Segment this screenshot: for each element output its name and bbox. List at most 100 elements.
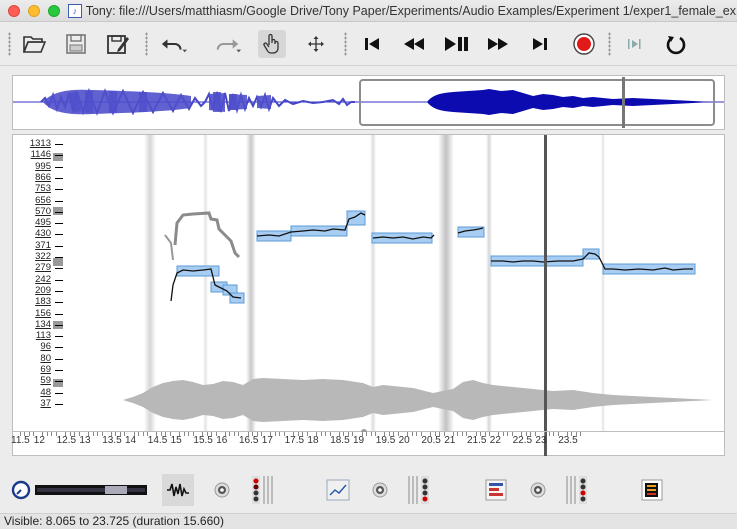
time-ruler-tick [507, 432, 509, 436]
time-ruler-tick [183, 432, 185, 436]
time-ruler-label: 19 [353, 435, 365, 446]
pitch-scale-tick [55, 279, 63, 281]
rewind-button[interactable] [400, 30, 428, 58]
playhead-cursor[interactable] [544, 135, 547, 431]
time-ruler-tick [480, 432, 482, 436]
save-as-icon [107, 35, 129, 54]
time-ruler-tick [65, 432, 67, 436]
toolbar-grip[interactable] [8, 32, 11, 56]
level-meter-icon [408, 476, 429, 504]
time-ruler-tick [525, 432, 527, 436]
time-ruler-tick [575, 432, 577, 436]
spectrogram-layer-icon [641, 479, 663, 501]
waveform-level-meter[interactable] [246, 474, 278, 506]
open-button[interactable] [20, 30, 48, 58]
move-tool-button[interactable] [302, 30, 330, 58]
play-selection-icon [628, 39, 641, 49]
time-ruler-tick [69, 432, 71, 436]
notes-level-meter[interactable] [562, 474, 594, 506]
time-ruler-label: 13 [79, 435, 91, 446]
time-ruler-tick [28, 432, 30, 436]
playback-speed-dial[interactable] [10, 474, 32, 506]
time-ruler-tick [119, 432, 121, 436]
time-ruler-tick [224, 432, 226, 436]
save-icon [66, 34, 86, 54]
maximize-window-button[interactable] [48, 4, 60, 17]
save-button[interactable] [62, 30, 90, 58]
toolbar-grip[interactable] [344, 32, 347, 56]
rewind-start-icon [365, 38, 379, 50]
pitch-scale-label: 242 [35, 273, 51, 285]
navigate-tool-button[interactable] [258, 30, 286, 58]
spectrogram-view [123, 135, 713, 431]
spectrogram-layer-button[interactable] [636, 474, 668, 506]
pitch-scale-tick [55, 370, 63, 371]
pitch-scale-shade [53, 258, 63, 266]
notes-layer-button[interactable] [480, 474, 512, 506]
time-ruler-label: 17 [261, 435, 273, 446]
time-ruler-tick [553, 432, 555, 436]
rewind-start-button[interactable] [358, 30, 386, 58]
pitch-scale-tick [55, 144, 63, 145]
play-selection-button[interactable] [620, 30, 648, 58]
pitch-scale-label: 48 [40, 386, 51, 398]
toolbar-grip[interactable] [608, 32, 611, 56]
record-icon [573, 33, 595, 55]
loop-button[interactable] [662, 30, 690, 58]
time-ruler-tick [252, 432, 254, 436]
pitch-scale-tick [55, 324, 63, 326]
pitch-track-visibility-button[interactable] [364, 474, 396, 506]
time-ruler-tick [270, 432, 272, 436]
navigate-hand-icon [263, 33, 279, 54]
time-ruler-tick [233, 432, 235, 436]
redo-button[interactable] [214, 30, 242, 58]
overview-visible-frame[interactable] [359, 79, 715, 126]
waveform-visibility-button[interactable] [206, 474, 238, 506]
time-ruler-tick [51, 432, 53, 436]
time-ruler-tick [411, 432, 413, 436]
pitch-scale-label: 753 [35, 183, 51, 195]
waveform-icon [167, 483, 189, 497]
time-ruler-tick [320, 432, 322, 436]
time-ruler-tick [452, 432, 454, 436]
time-ruler-tick [206, 432, 208, 436]
time-ruler-tick [548, 432, 550, 436]
time-ruler-tick [133, 432, 135, 436]
time-ruler-tick [74, 432, 76, 436]
time-ruler-tick [439, 432, 441, 436]
pitch-track-layer-button[interactable] [322, 474, 354, 506]
pitch-scale-tick [55, 155, 63, 157]
time-ruler-tick [580, 432, 582, 436]
time-ruler-tick [160, 432, 162, 436]
open-icon [22, 36, 46, 53]
pitch-scale-label: 80 [40, 352, 51, 364]
pitch-scale: 1313 1146 995 866 753 656 570 495 430 371 322 279 24… [13, 135, 63, 431]
main-spectrogram-pane[interactable]: 1313 1146 995 866 753 656 570 495 430 371 322 279 24… [12, 134, 725, 432]
undo-button[interactable] [160, 30, 188, 58]
time-ruler-tick [42, 432, 44, 436]
overview-pane[interactable] [12, 75, 725, 130]
forward-end-button[interactable] [526, 30, 554, 58]
minimize-window-button[interactable] [28, 4, 40, 17]
waveform-layer-button[interactable] [162, 474, 194, 506]
fast-forward-button[interactable] [484, 30, 512, 58]
record-button[interactable] [570, 30, 598, 58]
time-ruler-label: 12 [33, 435, 45, 446]
time-ruler-tick [361, 432, 363, 436]
eye-icon [530, 482, 546, 498]
close-window-button[interactable] [8, 4, 20, 17]
time-ruler-tick [92, 432, 94, 436]
time-ruler-tick [46, 432, 48, 436]
time-ruler-tick [325, 432, 327, 436]
time-ruler-tick [247, 432, 249, 436]
pitch-track-level-meter[interactable] [404, 474, 436, 506]
playback-gain-slider[interactable] [34, 474, 148, 506]
toolbar-grip[interactable] [145, 32, 148, 56]
time-ruler-label: 14.5 [147, 435, 168, 446]
notes-visibility-button[interactable] [522, 474, 554, 506]
time-ruler: 11.5 12 12.5 13 13.5 14 14.5 15 15.5 16 16.5 17 17.5… [11, 432, 725, 456]
time-ruler-label: 21 [444, 435, 456, 446]
play-pause-button[interactable] [442, 30, 470, 58]
overview-playhead [622, 77, 625, 128]
save-as-button[interactable] [104, 30, 132, 58]
